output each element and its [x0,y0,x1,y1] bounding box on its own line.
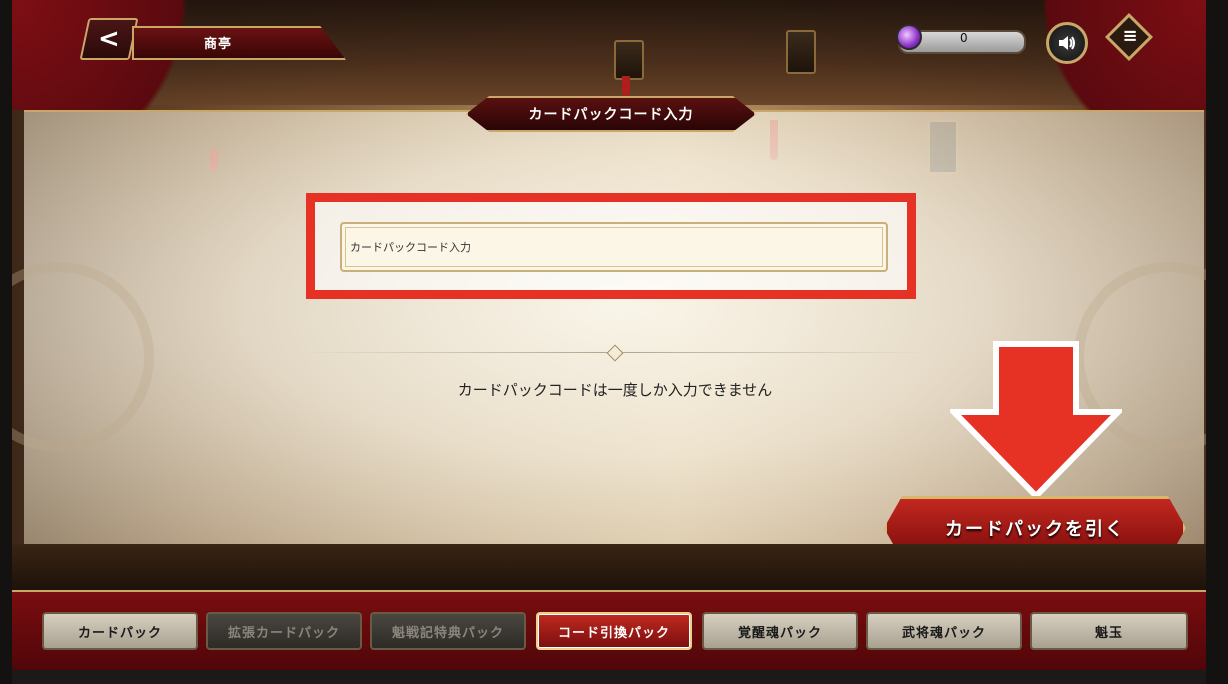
currency-value: 0 [960,31,968,45]
scroll-ornament [0,262,154,452]
tab-awakening-soul-pack[interactable]: 覚醒魂パック [702,612,858,650]
speaker-icon [1059,36,1075,50]
right-border [1206,0,1228,684]
location-title-plate: 商亭 [132,26,346,60]
location-title: 商亭 [204,37,233,52]
game-screen: < 商亭 0 ≡ カードパックコード入力 カードパックコードは一度しか入力できま… [0,0,1228,684]
card-pack-code-input[interactable] [340,222,888,272]
hamburger-icon: ≡ [1122,25,1138,47]
tab-expansion-card-pack[interactable]: 拡張カードパック [206,612,362,650]
sound-button[interactable] [1046,22,1088,64]
bottom-border [12,670,1206,684]
left-border [0,0,12,684]
panel-title: カードパックコード入力 [528,107,694,123]
tab-warlord-soul-pack[interactable]: 武将魂パック [866,612,1022,650]
lower-background [12,544,1206,590]
draw-button-label: カードパックを引く [945,519,1125,540]
notice-text: カードパックコードは一度しか入力できません [457,381,773,399]
back-button[interactable]: < [79,18,139,60]
tab-card-pack[interactable]: カードパック [42,612,198,650]
ornament-corner-right [966,0,1206,110]
down-arrow-annotation-icon [950,341,1122,500]
tab-code-exchange-pack[interactable]: コード引換パック [536,612,692,650]
lantern-decoration [614,40,644,80]
panel-title-plate: カードパックコード入力 [466,96,756,132]
tassel-decoration [622,76,630,96]
tab-kaigyoku[interactable]: 魁玉 [1030,612,1188,650]
back-arrow-icon: < [98,24,120,54]
tab-sengoku-bonus-pack[interactable]: 魁戦記特典パック [370,612,526,650]
gem-icon [896,24,922,50]
lantern-decoration [786,30,816,74]
